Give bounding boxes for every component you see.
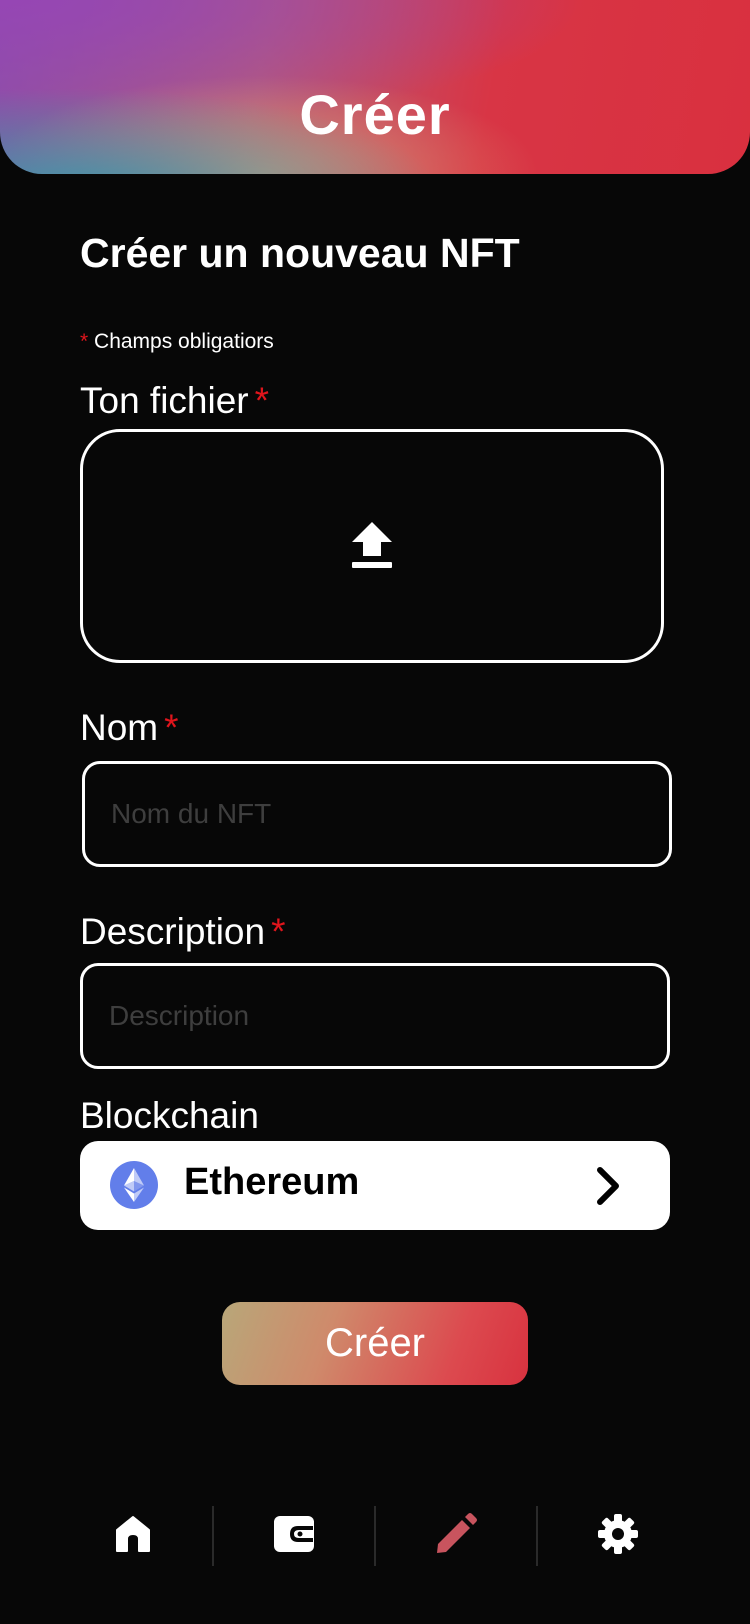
blockchain-select[interactable]: Ethereum (80, 1141, 670, 1230)
create-button[interactable]: Créer (222, 1302, 528, 1385)
required-star: * (254, 380, 270, 421)
required-fields-note: * Champs obligatiors (80, 330, 274, 354)
pencil-icon (436, 1513, 477, 1553)
name-label: Nom * (80, 707, 179, 749)
required-star: * (271, 911, 286, 952)
upload-icon (352, 522, 392, 568)
blockchain-label: Blockchain (80, 1095, 259, 1136)
home-icon (115, 1516, 150, 1552)
description-label-text: Description (80, 911, 266, 952)
name-label-text: Nom (80, 707, 159, 748)
file-label-text: Ton fichier (80, 380, 249, 421)
bottom-nav (52, 1500, 698, 1568)
chevron-right-icon (597, 1167, 619, 1205)
required-star: * (80, 330, 89, 353)
page-title: Créer un nouveau NFT (80, 230, 520, 276)
ethereum-icon (110, 1161, 158, 1209)
nav-item-create[interactable] (375, 1500, 536, 1568)
nav-item-settings[interactable] (537, 1500, 698, 1568)
wallet-icon (273, 1516, 314, 1552)
description-input[interactable] (80, 963, 670, 1069)
nft-name-input[interactable] (82, 761, 672, 867)
blockchain-value: Ethereum (184, 1161, 360, 1203)
required-note-text: Champs obligatiors (94, 330, 274, 353)
nav-item-wallet[interactable] (213, 1500, 374, 1568)
header-title: Créer (299, 83, 451, 146)
required-star: * (164, 707, 179, 748)
gear-icon (597, 1514, 638, 1554)
file-upload-dropzone[interactable] (80, 429, 664, 663)
nav-item-home[interactable] (52, 1500, 213, 1568)
header-banner: Créer (0, 0, 750, 174)
file-label: Ton fichier * (80, 380, 269, 422)
description-label: Description * (80, 911, 285, 953)
